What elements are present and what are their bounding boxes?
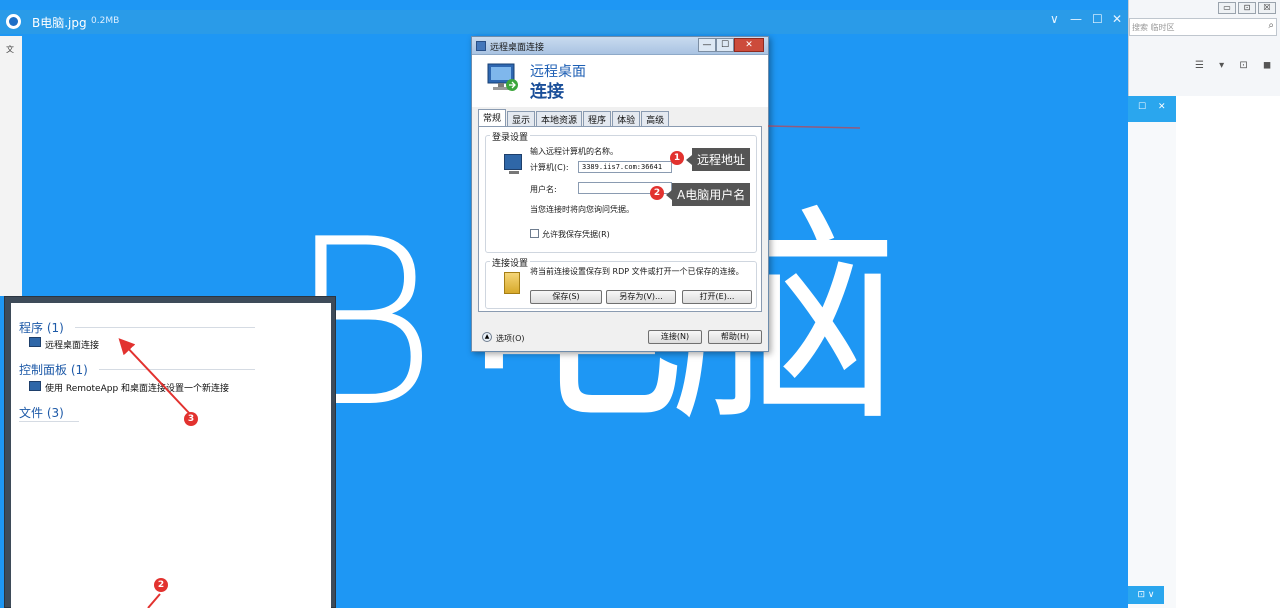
annotation-badge-bottom: 2 bbox=[154, 578, 168, 592]
annotation-arrows bbox=[118, 125, 861, 608]
annotation-arrow-bottom bbox=[147, 593, 161, 608]
annotation-arrow-3 bbox=[118, 338, 191, 415]
annotation-line-top bbox=[767, 125, 861, 129]
annotation-badge-3: 3 bbox=[184, 412, 198, 426]
